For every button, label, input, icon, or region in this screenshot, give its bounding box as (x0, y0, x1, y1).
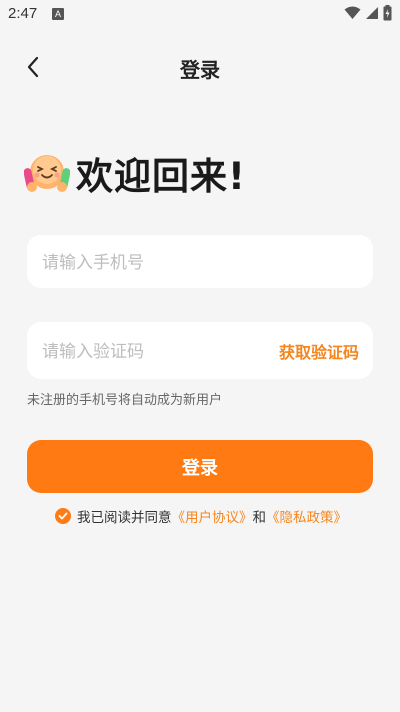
status-bar: 2:47 A (0, 0, 400, 28)
phone-field[interactable] (27, 235, 373, 290)
battery-charging-icon (383, 5, 392, 21)
agreement-row: 我已阅读并同意 《用户协议》 和 《隐私政策》 (55, 506, 347, 526)
status-time: 2:47 (8, 5, 38, 22)
check-icon (58, 512, 68, 520)
get-code-button[interactable]: 获取验证码 (279, 322, 359, 379)
nav-bar: 登录 (0, 44, 400, 90)
user-agreement-link[interactable]: 《用户协议》 (172, 506, 253, 526)
code-field[interactable]: 获取验证码 (27, 322, 373, 381)
register-hint: 未注册的手机号将自动成为新用户 (27, 393, 223, 408)
welcome-text: 欢迎回来! (76, 155, 246, 198)
status-icons (344, 5, 392, 21)
agreement-prefix: 我已阅读并同意 (77, 510, 172, 526)
signal-icon (366, 7, 378, 19)
wifi-icon (344, 6, 361, 19)
code-input[interactable] (40, 322, 264, 381)
login-button[interactable]: 登录 (27, 440, 373, 493)
phone-input[interactable] (40, 235, 364, 290)
agreement-checkbox[interactable] (55, 508, 71, 524)
hugging-face-emoji-icon (24, 155, 70, 192)
welcome-heading: 欢迎回来! (24, 148, 246, 198)
page-title: 登录 (180, 58, 220, 82)
agreement-and: 和 (252, 510, 267, 526)
privacy-policy-link[interactable]: 《隐私政策》 (266, 506, 347, 526)
notification-badge: A (52, 8, 64, 20)
